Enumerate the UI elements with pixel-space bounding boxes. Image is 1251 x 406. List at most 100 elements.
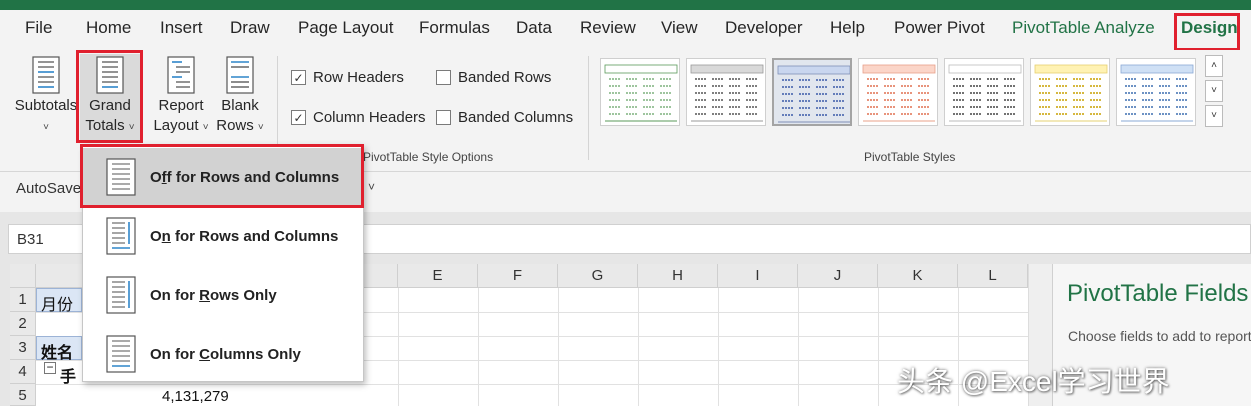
menu-item-label: On for Columns Only	[150, 345, 301, 363]
gallery-scroll-down-button[interactable]: ˅	[1205, 80, 1223, 102]
pivot-style-swatch[interactable]	[772, 58, 852, 126]
tab-draw[interactable]: Draw	[230, 18, 270, 38]
tab-developer[interactable]: Developer	[725, 18, 803, 38]
blank-rows-label-2: Rows	[216, 117, 254, 134]
menu-item-on-rows-only[interactable]: On for Rows Only	[83, 266, 363, 324]
style-preview-icon	[777, 65, 850, 123]
blank-rows-icon	[226, 56, 254, 94]
grid-line	[478, 288, 479, 406]
column-header-h[interactable]: H	[638, 264, 718, 288]
style-options-group-label: PivotTable Style Options	[363, 150, 494, 164]
tab-insert[interactable]: Insert	[160, 18, 203, 38]
tab-help[interactable]: Help	[830, 18, 865, 38]
row-headers-label: Row Headers	[313, 69, 404, 86]
grid-line	[638, 288, 639, 406]
ribbon-tab-bar: File Home Insert Draw Page Layout Formul…	[0, 0, 1251, 51]
row-header-1[interactable]: 1	[10, 288, 36, 312]
tab-review[interactable]: Review	[580, 18, 636, 38]
tab-formulas[interactable]: Formulas	[419, 18, 490, 38]
report-layout-icon	[167, 56, 195, 94]
chevron-down-icon: ˅	[202, 122, 209, 133]
tab-data[interactable]: Data	[516, 18, 552, 38]
grid-line	[398, 288, 399, 406]
grid-line	[558, 288, 559, 406]
checkbox-unchecked-icon	[436, 110, 451, 125]
grid-line	[798, 288, 799, 406]
column-headers-checkbox[interactable]: ✓ Column Headers	[291, 109, 426, 126]
pivot-style-swatch[interactable]	[858, 58, 938, 126]
menu-item-on-columns-only[interactable]: On for Columns Only	[83, 325, 363, 383]
blank-rows-button[interactable]: Blank Rows ˅	[212, 56, 268, 138]
blank-rows-label-1: Blank	[221, 97, 259, 114]
grid-line	[718, 288, 719, 406]
gallery-more-button[interactable]: ˅	[1205, 105, 1223, 127]
gallery-scroll-up-button[interactable]: ˄	[1205, 55, 1223, 77]
row-headers-checkbox[interactable]: ✓ Row Headers	[291, 69, 404, 86]
menu-item-on-rows-columns[interactable]: On for Rows and Columns	[83, 207, 363, 265]
pane-title: PivotTable Fields	[1067, 280, 1249, 307]
tab-page-layout[interactable]: Page Layout	[298, 18, 393, 38]
column-header-k[interactable]: K	[878, 264, 958, 288]
title-bar-strip	[0, 0, 1251, 10]
select-all-corner[interactable]	[10, 264, 36, 288]
pivottable-styles-gallery	[600, 58, 1200, 128]
grid-line	[878, 288, 879, 406]
row-header-2[interactable]: 2	[10, 312, 36, 336]
row-header-4[interactable]: 4	[10, 360, 36, 384]
menu-item-label: On for Rows Only	[150, 286, 277, 304]
autosave-label[interactable]: AutoSave	[16, 180, 81, 197]
grand-totals-rows-icon	[106, 276, 136, 314]
tab-power-pivot[interactable]: Power Pivot	[894, 18, 985, 38]
tab-view[interactable]: View	[661, 18, 698, 38]
watermark: 头条 @Excel学习世界	[897, 366, 1170, 397]
column-header-f[interactable]: F	[478, 264, 558, 288]
style-preview-icon	[690, 64, 764, 122]
banded-rows-checkbox[interactable]: Banded Rows	[436, 69, 551, 86]
banded-rows-label: Banded Rows	[458, 69, 552, 86]
qat-customize-icon[interactable]: ˅	[368, 180, 375, 194]
subtotals-icon	[32, 56, 60, 94]
column-header-j[interactable]: J	[798, 264, 878, 288]
pivot-style-swatch[interactable]	[1116, 58, 1196, 126]
row-header-3[interactable]: 3	[10, 336, 36, 360]
cell-a1: 月份	[41, 297, 74, 314]
tab-home[interactable]: Home	[86, 18, 131, 38]
chevron-down-icon: ˅	[257, 122, 264, 133]
grid-line	[36, 384, 1028, 385]
pivot-style-swatch[interactable]	[1030, 58, 1110, 126]
style-preview-icon	[1120, 64, 1194, 122]
cell-a4: 手	[60, 369, 77, 386]
row-header-5[interactable]: 5	[10, 384, 36, 406]
column-header-e[interactable]: E	[398, 264, 478, 288]
grand-totals-on-icon	[106, 217, 136, 255]
checkbox-checked-icon: ✓	[291, 110, 306, 125]
style-preview-icon	[1034, 64, 1108, 122]
cell-b5: 4,131,279	[162, 388, 229, 405]
checkbox-checked-icon: ✓	[291, 70, 306, 85]
banded-columns-checkbox[interactable]: Banded Columns	[436, 109, 573, 126]
subtotals-button[interactable]: Subtotals ˅	[12, 56, 80, 138]
banded-columns-label: Banded Columns	[458, 109, 574, 126]
chevron-down-icon: ˅	[43, 122, 49, 133]
menu-item-label: On for Rows and Columns	[150, 227, 339, 245]
design-tab-highlight	[1174, 13, 1240, 51]
style-preview-icon	[862, 64, 936, 122]
tab-file[interactable]: File	[25, 18, 52, 38]
report-layout-button[interactable]: Report Layout ˅	[148, 56, 214, 138]
pane-subtitle: Choose fields to add to report:	[1068, 328, 1251, 344]
style-preview-icon	[604, 64, 678, 122]
collapse-icon[interactable]: −	[44, 361, 56, 374]
pivot-style-swatch[interactable]	[944, 58, 1024, 126]
column-headers-label: Column Headers	[313, 109, 426, 126]
tab-pivottable-analyze[interactable]: PivotTable Analyze	[1012, 18, 1155, 38]
report-layout-label-2: Layout	[153, 117, 199, 134]
pivot-style-swatch[interactable]	[600, 58, 680, 126]
report-layout-label-1: Report	[158, 97, 204, 114]
off-item-highlight	[80, 144, 364, 208]
styles-group-label: PivotTable Styles	[864, 150, 956, 164]
column-header-l[interactable]: L	[958, 264, 1028, 288]
style-preview-icon	[948, 64, 1022, 122]
column-header-g[interactable]: G	[558, 264, 638, 288]
pivot-style-swatch[interactable]	[686, 58, 766, 126]
column-header-i[interactable]: I	[718, 264, 798, 288]
